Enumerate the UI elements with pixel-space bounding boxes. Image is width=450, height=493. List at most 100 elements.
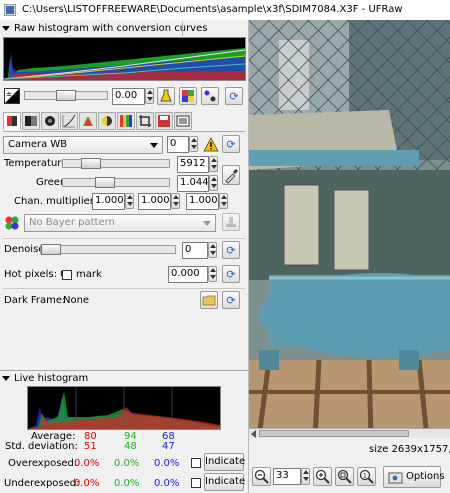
- tab-exif[interactable]: [174, 112, 192, 130]
- zoom-100-button[interactable]: 1: [357, 467, 376, 486]
- hot-pixels-threshold-field[interactable]: 0.000: [168, 266, 208, 283]
- wb-finetune-field[interactable]: 0: [167, 136, 189, 153]
- zoom-out-icon: [254, 469, 269, 484]
- tab-correct-luminosity[interactable]: [98, 112, 116, 130]
- scrollbar-thumb[interactable]: [259, 430, 409, 437]
- wb-reset-button[interactable]: ⟳: [222, 135, 240, 153]
- chan-multiplier-red-spinner[interactable]: [125, 193, 134, 209]
- header-divider: [180, 22, 183, 36]
- zoom-100-icon: 1: [359, 469, 374, 484]
- window-titlebar: C:\Users\LISTOFFREEWARE\Documents\asampl…: [0, 0, 450, 21]
- exposure-slider-thumb[interactable]: [56, 90, 76, 101]
- tab-lightness[interactable]: [117, 112, 135, 130]
- std-deviation-blue: 47: [162, 441, 175, 452]
- denoise-spinner[interactable]: [208, 242, 217, 258]
- temperature-slider-thumb[interactable]: [81, 158, 101, 169]
- green-slider-thumb[interactable]: [95, 177, 115, 188]
- zoom-in-icon: [315, 469, 330, 484]
- collapse-triangle-icon: [2, 25, 10, 31]
- exposure-field[interactable]: 0.00: [112, 88, 145, 105]
- green-spinner[interactable]: [209, 175, 218, 191]
- tab-save[interactable]: [155, 112, 173, 130]
- hot-pixels-reset-button[interactable]: ⟳: [222, 265, 240, 283]
- control-panel: Raw histogram with conversion curves ± 0…: [0, 20, 249, 493]
- exposure-reset-button[interactable]: ⟳: [225, 87, 243, 105]
- dark-frame-open-button[interactable]: [200, 291, 218, 309]
- chan-multiplier-red-field[interactable]: 1.000: [92, 193, 125, 210]
- zoom-field[interactable]: 33: [273, 468, 301, 485]
- underexposed-indicate-checkbox[interactable]: [191, 478, 201, 488]
- overexposed-indicate-checkbox[interactable]: [191, 458, 201, 468]
- chan-multiplier-blue-field[interactable]: 1.000: [186, 193, 219, 210]
- refresh-icon: ⟳: [226, 138, 236, 151]
- options-button[interactable]: Options: [383, 466, 445, 488]
- scroll-left-arrow-icon[interactable]: [251, 430, 256, 438]
- dots-icon: [204, 90, 216, 102]
- zoom-fit-button[interactable]: [335, 467, 354, 486]
- tab-color-management[interactable]: [79, 112, 97, 130]
- underexposed-label: Underexposed:: [4, 478, 80, 489]
- white-balance-select[interactable]: Camera WB: [3, 136, 163, 154]
- temperature-field[interactable]: 5912: [177, 156, 209, 173]
- hot-pixels-spinner[interactable]: [208, 266, 217, 282]
- tab-lens[interactable]: [41, 112, 59, 130]
- tab-white-balance[interactable]: [3, 112, 21, 130]
- preview-horizontal-scrollbar[interactable]: [249, 428, 450, 438]
- std-deviation-label: Std. deviation:: [5, 441, 78, 452]
- chan-multipliers-label: Chan. multipliers:: [14, 196, 103, 207]
- bayer-apply-button[interactable]: [222, 213, 240, 231]
- restore-details-button[interactable]: [179, 87, 197, 105]
- zoom-spinner[interactable]: [301, 468, 310, 485]
- color-tab-icon: [83, 116, 93, 126]
- overexposed-indicate-button[interactable]: Indicate: [204, 453, 245, 471]
- mark-hot-pixels-checkbox[interactable]: [62, 270, 72, 280]
- temperature-slider[interactable]: [62, 158, 170, 169]
- luminosity-tab-icon: [102, 116, 112, 126]
- tab-grayscale[interactable]: [22, 112, 40, 130]
- green-field[interactable]: 1.044: [177, 175, 209, 192]
- image-preview[interactable]: [249, 20, 450, 438]
- raw-histogram: [3, 37, 246, 81]
- wb-finetune-spinner[interactable]: [189, 136, 198, 152]
- bayer-pattern-select[interactable]: No Bayer pattern: [24, 214, 216, 232]
- underexposed-blue: 0.0%: [154, 478, 180, 489]
- temperature-spinner[interactable]: [209, 156, 218, 172]
- dropdown-arrow-icon: [203, 221, 211, 226]
- denoise-reset-button[interactable]: ⟳: [222, 241, 240, 259]
- live-histogram-plot: [28, 387, 220, 429]
- zoom-out-button[interactable]: [252, 467, 271, 486]
- wb-tab-icon: [7, 116, 17, 126]
- clip-highlights-button[interactable]: [201, 87, 219, 105]
- underexposed-green: 0.0%: [114, 478, 140, 489]
- overexposed-blue: 0.0%: [154, 458, 180, 469]
- stamp-icon: [226, 217, 236, 227]
- image-size-text: size 2639x1757, sc: [369, 444, 450, 455]
- green-slider[interactable]: [62, 177, 170, 188]
- live-histogram-header[interactable]: Live histogram: [2, 373, 88, 384]
- std-deviation-red: 51: [84, 441, 97, 452]
- zoom-in-button[interactable]: [313, 467, 332, 486]
- auto-exposure-button[interactable]: [157, 87, 175, 105]
- dark-frame-reset-button[interactable]: ⟳: [222, 291, 240, 309]
- chan-multiplier-blue-spinner[interactable]: [219, 193, 228, 209]
- underexposed-indicate-button[interactable]: Indicate: [204, 473, 245, 491]
- temperature-label: Temperature: [4, 158, 68, 169]
- exif-tab-icon: [176, 115, 190, 127]
- denoise-slider[interactable]: [40, 244, 176, 255]
- underexposed-red: 0.0%: [74, 478, 100, 489]
- denoise-field[interactable]: 0: [182, 242, 208, 259]
- tab-crop[interactable]: [136, 112, 154, 130]
- preview-photo: [249, 20, 450, 438]
- window-title: C:\Users\LISTOFFREEWARE\Documents\asampl…: [22, 4, 403, 15]
- std-deviation-green: 48: [124, 441, 137, 452]
- exposure-spinner[interactable]: [145, 88, 154, 104]
- raw-histogram-header[interactable]: Raw histogram with conversion curves: [2, 23, 207, 34]
- tab-base-curve[interactable]: [60, 112, 78, 130]
- spot-wb-button[interactable]: [222, 165, 240, 185]
- chan-multiplier-green-spinner[interactable]: [171, 193, 180, 209]
- exposure-slider[interactable]: [24, 90, 108, 101]
- options-icon: [388, 472, 403, 484]
- denoise-slider-thumb[interactable]: [41, 244, 61, 255]
- raw-histogram-label: Raw histogram with conversion curves: [14, 23, 208, 34]
- chan-multiplier-green-field[interactable]: 1.000: [138, 193, 171, 210]
